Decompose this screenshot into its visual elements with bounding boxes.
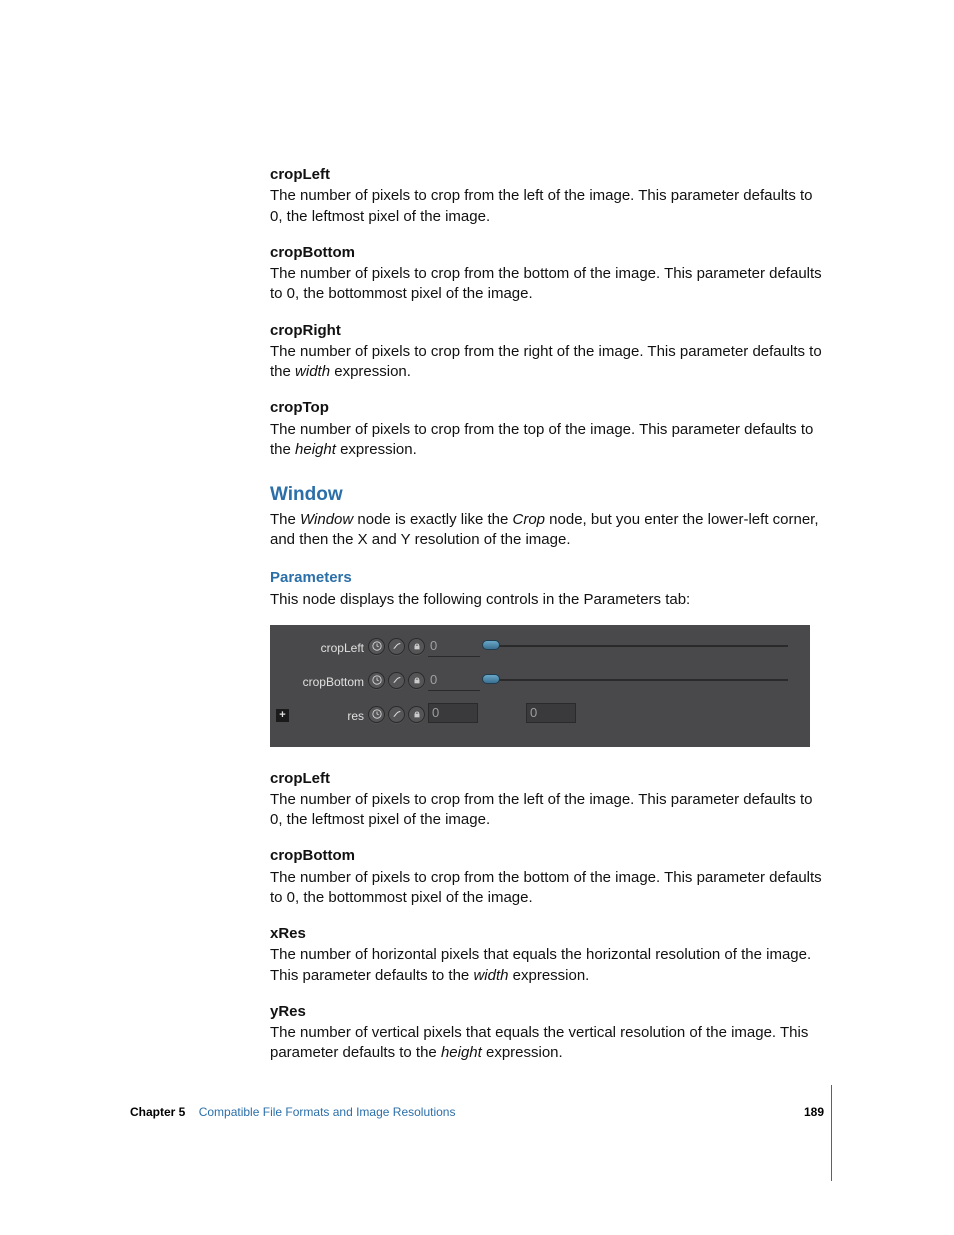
text-pre: The [270, 511, 300, 528]
param-text-cropbottom-2: The number of pixels to crop from the bo… [270, 868, 825, 909]
row-label-res: res [347, 708, 364, 724]
param-text-cropright: The number of pixels to crop from the ri… [270, 342, 825, 383]
text-italic-width: width [295, 363, 330, 380]
param-title-cropleft-2: cropLeft [270, 769, 825, 789]
footer-page-number: 189 [804, 1105, 824, 1119]
param-title-croptop: cropTop [270, 398, 825, 418]
clock-icon[interactable] [368, 706, 385, 723]
slider-knob[interactable] [482, 674, 500, 684]
text-italic-height: height [441, 1044, 482, 1061]
footer-chapter: Chapter 5 [130, 1105, 185, 1119]
footer-rule [831, 1085, 832, 1181]
lock-icon[interactable] [408, 638, 425, 655]
param-text-xres: The number of horizontal pixels that equ… [270, 945, 825, 986]
param-row-res: + res 0 0 [270, 703, 810, 733]
expand-icon[interactable]: + [276, 709, 289, 722]
param-row-cropbottom: cropBottom 0 [270, 669, 810, 699]
param-title-xres: xRes [270, 924, 825, 944]
param-title-yres: yRes [270, 1002, 825, 1022]
heading-parameters: Parameters [270, 568, 825, 588]
value-field-res-y[interactable]: 0 [526, 703, 576, 723]
param-text-yres: The number of vertical pixels that equal… [270, 1023, 825, 1064]
param-title-cropright: cropRight [270, 321, 825, 341]
slider-cropbottom[interactable] [488, 679, 788, 681]
param-row-cropleft: cropLeft 0 [270, 635, 810, 665]
text-post: expression. [482, 1044, 563, 1061]
lock-icon[interactable] [408, 706, 425, 723]
text-italic-height: height [295, 441, 336, 458]
clock-icon[interactable] [368, 638, 385, 655]
param-text-cropleft: The number of pixels to crop from the le… [270, 186, 825, 227]
page-footer: Chapter 5 Compatible File Formats and Im… [130, 1105, 824, 1121]
row-label-cropbottom: cropBottom [303, 674, 364, 690]
text-post: expression. [336, 441, 417, 458]
param-title-cropbottom: cropBottom [270, 243, 825, 263]
clock-icon[interactable] [368, 672, 385, 689]
param-text-cropbottom: The number of pixels to crop from the bo… [270, 264, 825, 305]
text-mid: node is exactly like the [353, 511, 512, 528]
row-label-cropleft: cropLeft [321, 640, 364, 656]
document-page: cropLeft The number of pixels to crop fr… [0, 0, 954, 1235]
body-content: cropLeft The number of pixels to crop fr… [270, 165, 825, 1064]
value-field-cropleft[interactable]: 0 [428, 636, 480, 657]
heading-window: Window [270, 482, 825, 508]
lock-icon[interactable] [408, 672, 425, 689]
footer-title: Compatible File Formats and Image Resolu… [199, 1105, 456, 1119]
curve-icon[interactable] [388, 706, 405, 723]
value-field-res-x[interactable]: 0 [428, 703, 478, 723]
param-title-cropleft: cropLeft [270, 165, 825, 185]
text-post: expression. [508, 967, 589, 984]
param-text-cropleft-2: The number of pixels to crop from the le… [270, 790, 825, 831]
text-window: The Window node is exactly like the Crop… [270, 510, 825, 551]
param-text-croptop: The number of pixels to crop from the to… [270, 420, 825, 461]
text-italic-width: width [473, 967, 508, 984]
parameters-panel: cropLeft 0 cropBottom [270, 625, 810, 747]
text-post: expression. [330, 363, 411, 380]
text-italic-crop: Crop [513, 511, 546, 528]
text-parameters: This node displays the following control… [270, 590, 825, 610]
text-italic-window: Window [300, 511, 353, 528]
slider-knob[interactable] [482, 640, 500, 650]
curve-icon[interactable] [388, 672, 405, 689]
value-field-cropbottom[interactable]: 0 [428, 670, 480, 691]
slider-cropleft[interactable] [488, 645, 788, 647]
param-title-cropbottom-2: cropBottom [270, 846, 825, 866]
curve-icon[interactable] [388, 638, 405, 655]
